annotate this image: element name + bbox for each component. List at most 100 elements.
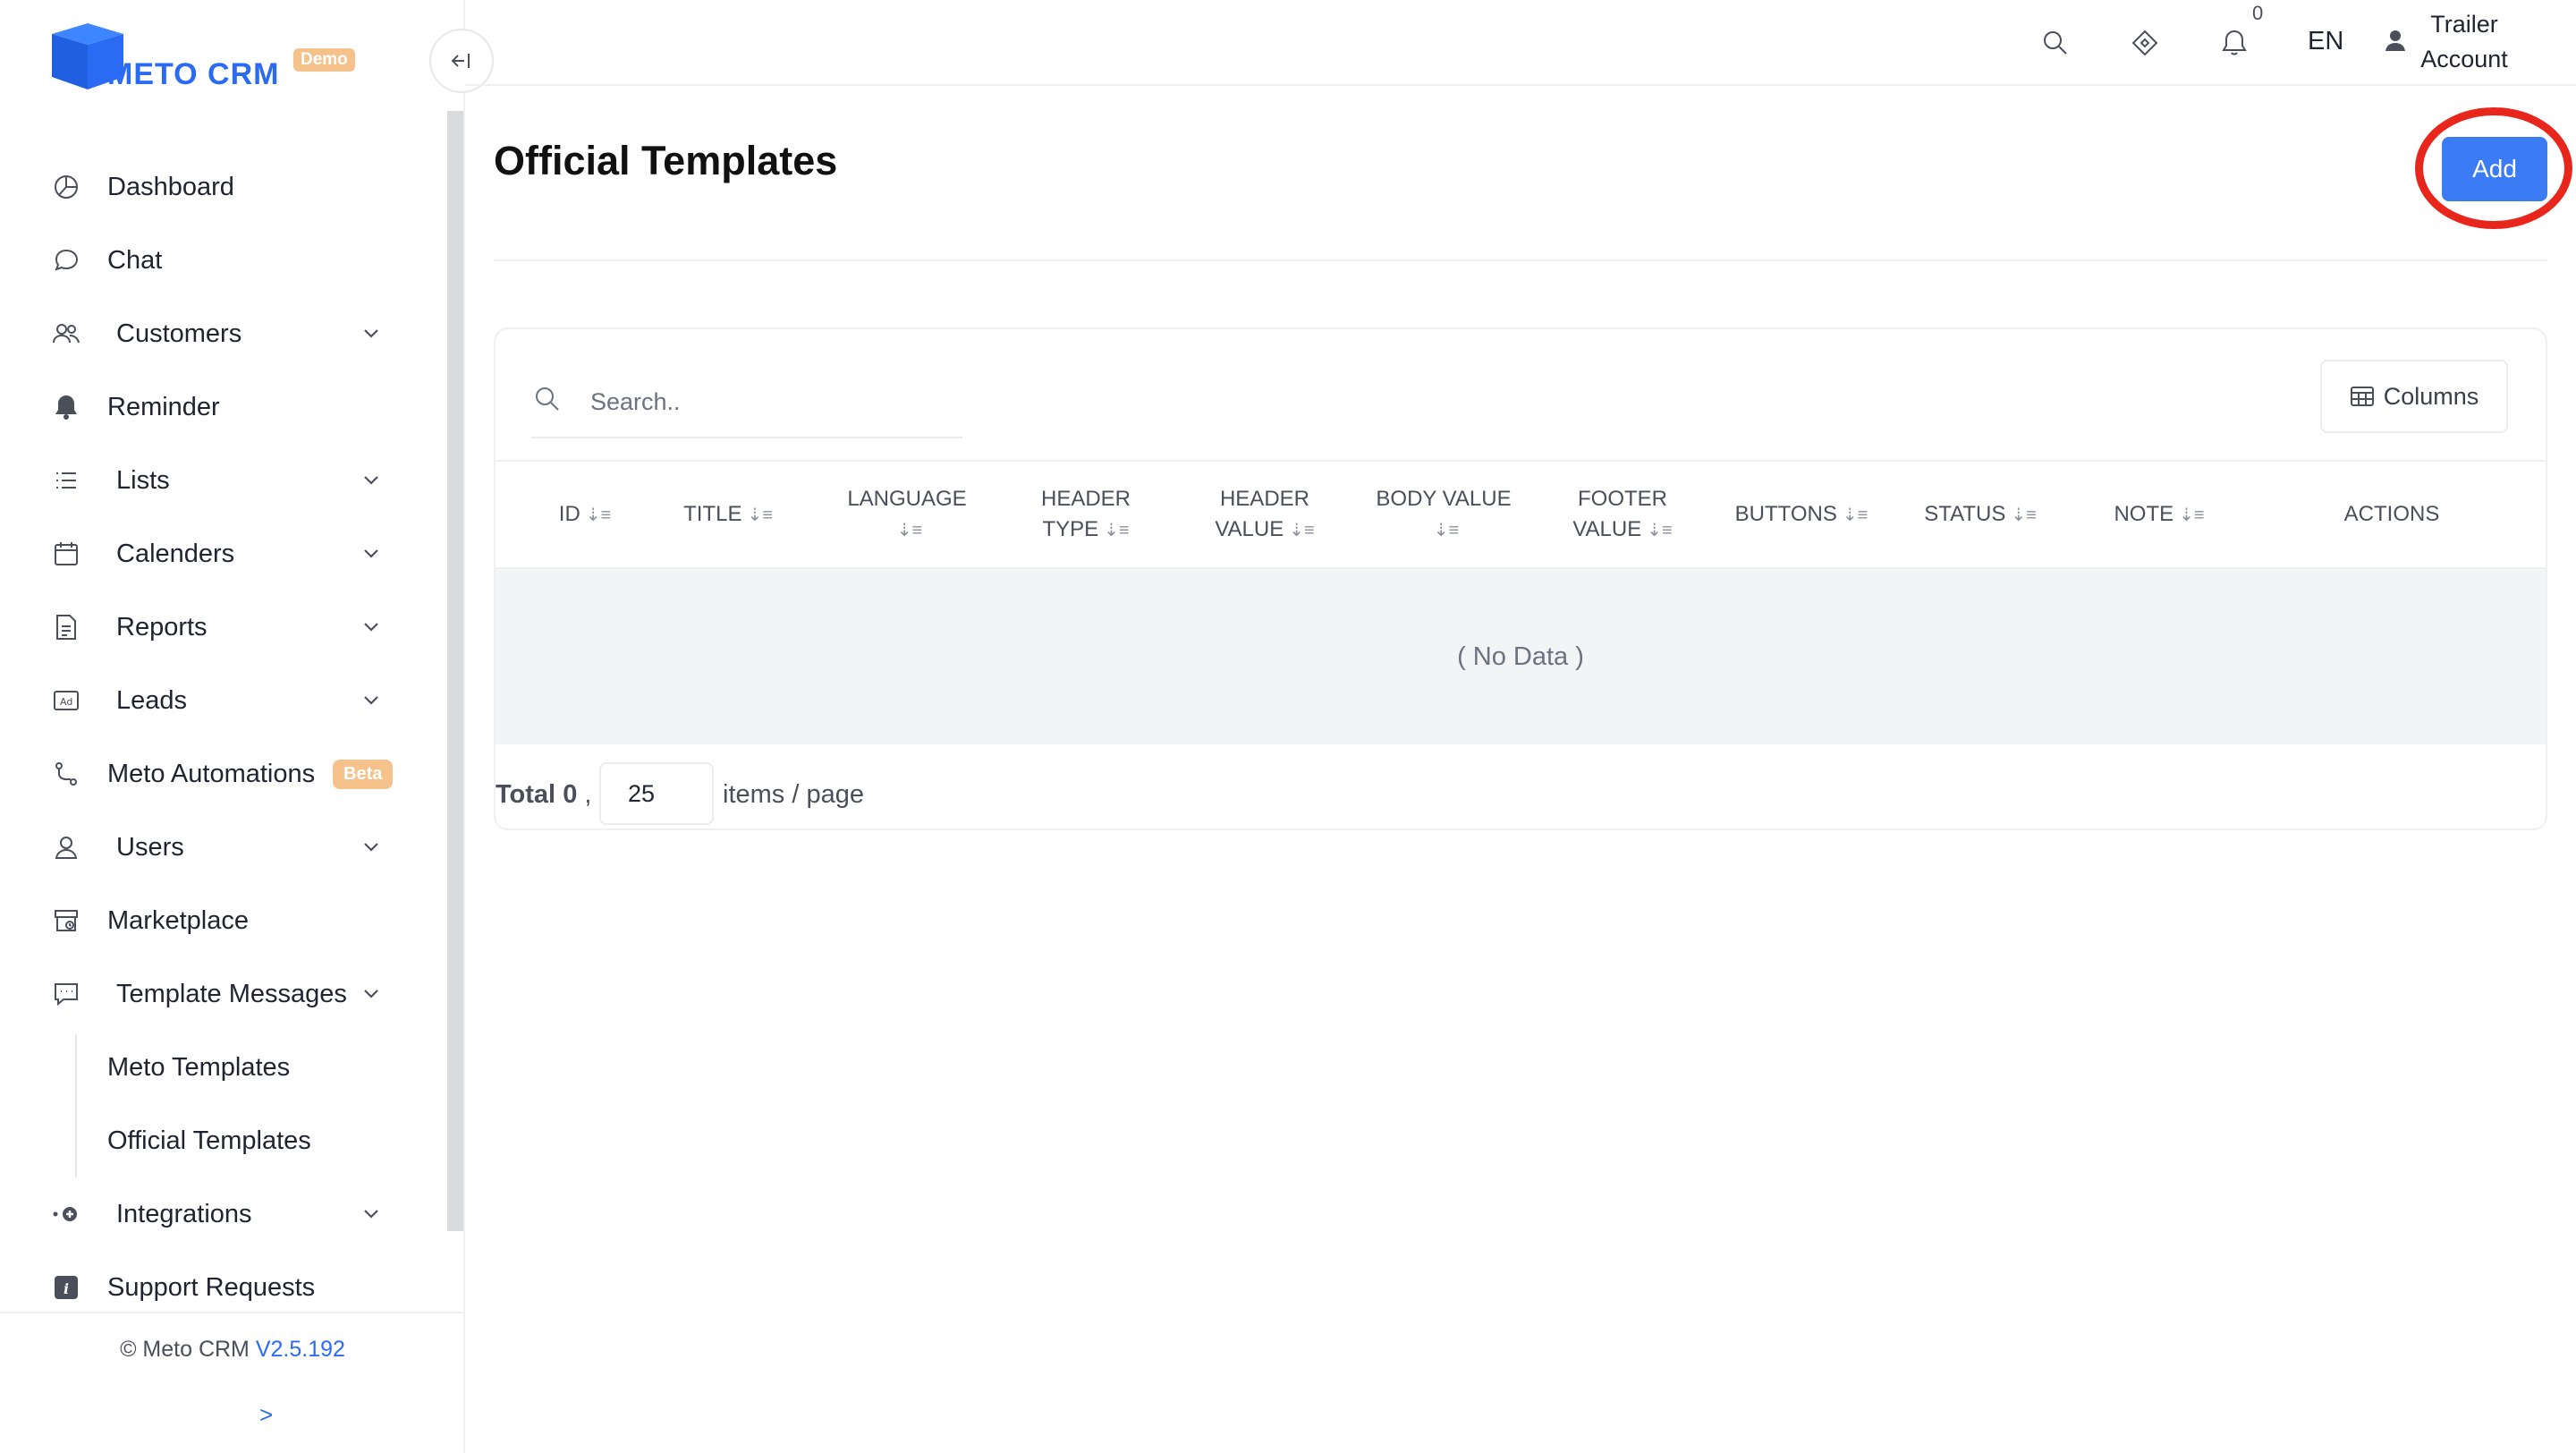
column-header-buttons[interactable]: BUTTONS ⇣≡	[1712, 462, 1891, 567]
sort-icon[interactable]: ⇣≡	[586, 506, 611, 525]
column-header-label: ACTIONS	[2343, 502, 2440, 526]
sort-icon[interactable]: ⇣≡	[747, 506, 772, 525]
account-name-line2: Account	[2420, 46, 2508, 72]
chevron-down-icon	[361, 837, 381, 857]
total-label: Total	[496, 780, 556, 809]
sidebar-item-dashboard[interactable]: Dashboard	[0, 150, 447, 224]
chat-icon	[50, 244, 82, 276]
sidebar-item-label: Meto Templates	[107, 1052, 291, 1082]
sidebar-footer: © Meto CRM V2.5.192	[0, 1337, 465, 1363]
sidebar-scrollbar[interactable]	[447, 111, 463, 1231]
sidebar-item-customers[interactable]: Customers	[0, 297, 447, 370]
account-name-line1: Trailer	[2430, 11, 2498, 38]
sidebar-item-marketplace[interactable]: Marketplace	[0, 884, 447, 957]
column-header-label: BODY VALUE	[1376, 486, 1512, 511]
column-header-note[interactable]: NOTE ⇣≡	[2070, 462, 2249, 567]
sidebar-item-label: Chat	[107, 245, 163, 275]
calendar-icon	[50, 538, 82, 570]
chevron-down-icon	[361, 1204, 381, 1224]
diamond-icon[interactable]	[2127, 25, 2163, 61]
info-icon: i	[50, 1271, 82, 1304]
search-input[interactable]	[590, 379, 948, 424]
column-header-title[interactable]: TITLE ⇣≡	[639, 462, 818, 567]
sidebar-item-label: Leads	[116, 685, 188, 715]
column-header-label: HEADER	[1219, 486, 1309, 511]
sidebar-item-label: Users	[116, 832, 184, 862]
notification-count: 0	[2252, 2, 2264, 24]
search-icon[interactable]	[2038, 25, 2073, 61]
language-selector[interactable]: EN	[2308, 27, 2343, 56]
total-value: 0	[563, 780, 578, 809]
chevron-down-icon	[361, 984, 381, 1004]
column-header-header-type[interactable]: HEADER TYPE ⇣≡	[996, 462, 1175, 567]
expand-sidebar-button[interactable]: >	[259, 1401, 273, 1429]
sidebar-item-meto-automations[interactable]: Meto Automations Beta	[0, 737, 447, 811]
column-header-label-line2: VALUE	[1215, 516, 1284, 541]
columns-button[interactable]: Columns	[2320, 360, 2508, 433]
empty-state: ( No Data )	[496, 569, 2546, 744]
sort-icon[interactable]: ⇣≡	[1289, 521, 1314, 540]
sidebar-item-label: Reminder	[107, 392, 220, 421]
column-header-label: NOTE	[2114, 501, 2174, 526]
chevron-down-icon	[361, 324, 381, 344]
sort-icon[interactable]: ⇣≡	[2011, 506, 2036, 525]
sort-icon[interactable]: ⇣≡	[1104, 521, 1129, 540]
sidebar-item-reminder[interactable]: Reminder	[0, 370, 447, 444]
submenu-indent-line	[75, 1034, 77, 1177]
pagination: Total 0 , items / page	[496, 762, 1032, 825]
column-header-id[interactable]: ID ⇣≡	[531, 462, 639, 567]
demo-badge: Demo	[293, 48, 355, 72]
report-icon	[50, 611, 82, 643]
app-logo[interactable]: METO CRM Demo	[48, 20, 370, 100]
sidebar-item-leads[interactable]: Ad Leads	[0, 664, 447, 737]
page-size-input[interactable]	[599, 762, 714, 825]
column-header-label: STATUS	[1924, 501, 2006, 526]
column-header-header-value[interactable]: HEADER VALUE ⇣≡	[1175, 462, 1354, 567]
column-header-label: ID	[558, 501, 580, 526]
column-header-body-value[interactable]: BODY VALUE ⇣≡	[1354, 462, 1533, 567]
sidebar-item-lists[interactable]: Lists	[0, 444, 447, 517]
marketplace-icon	[50, 905, 82, 937]
sidebar-item-chat[interactable]: Chat	[0, 224, 447, 297]
sidebar-item-label: Calenders	[116, 539, 235, 568]
message-icon	[50, 978, 82, 1010]
sidebar-item-label: Meto Automations	[107, 759, 316, 788]
beta-badge: Beta	[333, 759, 394, 789]
column-header-footer-value[interactable]: FOOTER VALUE ⇣≡	[1533, 462, 1712, 567]
sidebar-item-label: Template Messages	[116, 979, 347, 1008]
header-divider	[494, 259, 2547, 261]
sidebar-item-label: Customers	[116, 319, 242, 348]
sort-icon[interactable]: ⇣≡	[1434, 521, 1459, 540]
customers-icon	[50, 318, 82, 350]
column-header-label-line2: TYPE	[1042, 516, 1099, 541]
sidebar-item-users[interactable]: Users	[0, 811, 447, 884]
sidebar-footer-divider	[0, 1312, 465, 1313]
version-link[interactable]: V2.5.192	[256, 1337, 345, 1362]
sidebar-subitem-meto-templates[interactable]: Meto Templates	[0, 1031, 447, 1104]
sidebar-item-template-messages[interactable]: Template Messages	[0, 957, 447, 1031]
sidebar-item-label: Official Templates	[107, 1126, 311, 1155]
chevron-down-icon	[361, 617, 381, 637]
sidebar-subitem-official-templates[interactable]: Official Templates	[0, 1104, 447, 1177]
sort-icon[interactable]: ⇣≡	[897, 521, 922, 540]
dashboard-icon	[50, 171, 82, 203]
sort-icon[interactable]: ⇣≡	[2179, 506, 2204, 525]
sidebar-item-label: Reports	[116, 612, 208, 642]
sort-icon[interactable]: ⇣≡	[1843, 506, 1868, 525]
column-header-status[interactable]: STATUS ⇣≡	[1891, 462, 2070, 567]
column-header-label: TITLE	[683, 501, 742, 526]
column-header-actions: ACTIONS	[2284, 462, 2499, 567]
notification-bell-icon[interactable]	[2216, 25, 2252, 61]
sidebar-item-calenders[interactable]: Calenders	[0, 517, 447, 591]
sidebar-item-label: Dashboard	[107, 172, 234, 201]
items-per-page-label: items / page	[723, 780, 864, 809]
account-icon	[2385, 29, 2406, 56]
sort-icon[interactable]: ⇣≡	[1647, 521, 1672, 540]
column-header-language[interactable]: LANGUAGE ⇣≡	[818, 462, 996, 567]
user-icon	[50, 831, 82, 863]
account-menu[interactable]: Trailer Account	[2415, 7, 2513, 77]
sidebar-item-reports[interactable]: Reports	[0, 591, 447, 664]
sidebar-item-label: Lists	[116, 465, 170, 495]
sidebar-item-integrations[interactable]: Integrations	[0, 1177, 447, 1251]
chevron-down-icon	[361, 544, 381, 564]
